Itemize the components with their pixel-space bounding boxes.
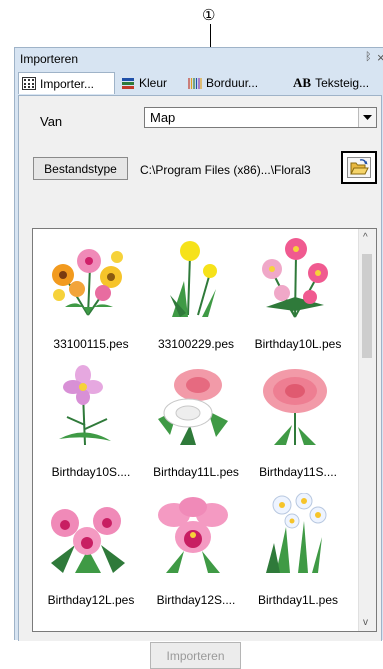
cosmos-single-thumbnail (59, 365, 111, 446)
file-name: Birthday11S.... (259, 465, 337, 479)
folder-path: C:\Program Files (x86)...\Floral3 (140, 163, 311, 177)
tab-importer-label: Importer... (40, 76, 95, 91)
open-folder-icon (350, 159, 369, 175)
tab-kleur[interactable]: Kleur (121, 72, 167, 94)
orchid-bouquet-thumbnail (51, 507, 125, 573)
tab-teksteig-label: Teksteig... (315, 76, 370, 90)
import-button[interactable]: Importeren (150, 642, 241, 669)
pink-chrysanthemum-thumbnail (263, 369, 327, 445)
import-panel: Importeren ᛒ × Importer... Kleur Borduur… (14, 47, 383, 669)
chevron-down-icon[interactable] (358, 108, 376, 127)
panel-titlebar: Importeren ᛒ × (15, 48, 383, 70)
file-name: Birthday10S.... (51, 465, 131, 479)
from-select-value: Map (150, 110, 176, 125)
panel-title: Importeren (20, 52, 79, 66)
importer-content: Van Map Bestandstype C:\Program Files (x… (18, 95, 382, 669)
text-ab-icon: AB (293, 75, 312, 90)
file-item[interactable]: 33100115.pes (40, 229, 140, 357)
tab-strip: Importer... Kleur Borduur... AB Teksteig… (15, 72, 383, 96)
browse-folder-button[interactable] (347, 157, 371, 178)
tab-importer[interactable]: Importer... (18, 72, 115, 94)
narcissus-thumbnail (266, 493, 327, 573)
scroll-up-icon[interactable]: ^ (363, 232, 368, 243)
file-name: 33100229.pes (157, 337, 235, 351)
cosmos-thumbnail (262, 238, 328, 318)
tab-borduur[interactable]: Borduur... (188, 72, 258, 94)
flower-bouquet-thumbnail (52, 249, 123, 316)
file-name: Birthday12L.pes (47, 593, 135, 607)
file-type-button[interactable]: Bestandstype (33, 157, 128, 180)
scroll-down-icon[interactable]: v (363, 617, 368, 628)
from-label: Van (40, 114, 63, 129)
file-item[interactable]: Birthday12L.pes (40, 485, 140, 613)
close-icon[interactable]: × (377, 50, 383, 65)
file-name: Birthday1L.pes (257, 593, 339, 607)
from-select[interactable]: Map (144, 107, 377, 128)
file-name: 33100115.pes (53, 337, 129, 351)
file-item[interactable]: Birthday10S.... (40, 357, 140, 485)
dandelion-thumbnail (170, 241, 217, 317)
tab-borduur-label: Borduur... (206, 76, 259, 90)
tab-teksteig[interactable]: AB Teksteig... (293, 72, 369, 94)
file-item[interactable]: Birthday10L.pes (247, 229, 347, 357)
file-item[interactable]: Birthday1L.pes (247, 485, 347, 613)
callout-number: ① (202, 7, 216, 24)
file-item[interactable]: Birthday11S.... (247, 357, 347, 485)
pin-icon[interactable]: ᛒ (365, 51, 372, 63)
tab-kleur-label: Kleur (139, 76, 168, 90)
file-item[interactable]: Birthday11L.pes (145, 357, 245, 485)
file-list-scrollbar[interactable]: ^ v (358, 229, 376, 631)
scrollbar-thumb[interactable] (362, 254, 372, 358)
file-list[interactable]: 33100115.pes 33100229.pes Birthday10L.pe… (32, 228, 377, 632)
file-name: Birthday12S.... (156, 593, 236, 607)
browse-folder-highlight (341, 151, 377, 184)
chrysanthemum-thumbnail (158, 369, 228, 445)
file-name: Birthday11L.pes (153, 465, 239, 479)
thread-spools-icon (122, 77, 134, 89)
grid-icon (22, 77, 36, 90)
embroidery-pattern-icon (188, 77, 202, 89)
file-item[interactable]: Birthday12S.... (145, 485, 245, 613)
file-item[interactable]: 33100229.pes (145, 229, 245, 357)
file-name: Birthday10L.pes (254, 337, 342, 351)
orchid-thumbnail (158, 497, 228, 573)
